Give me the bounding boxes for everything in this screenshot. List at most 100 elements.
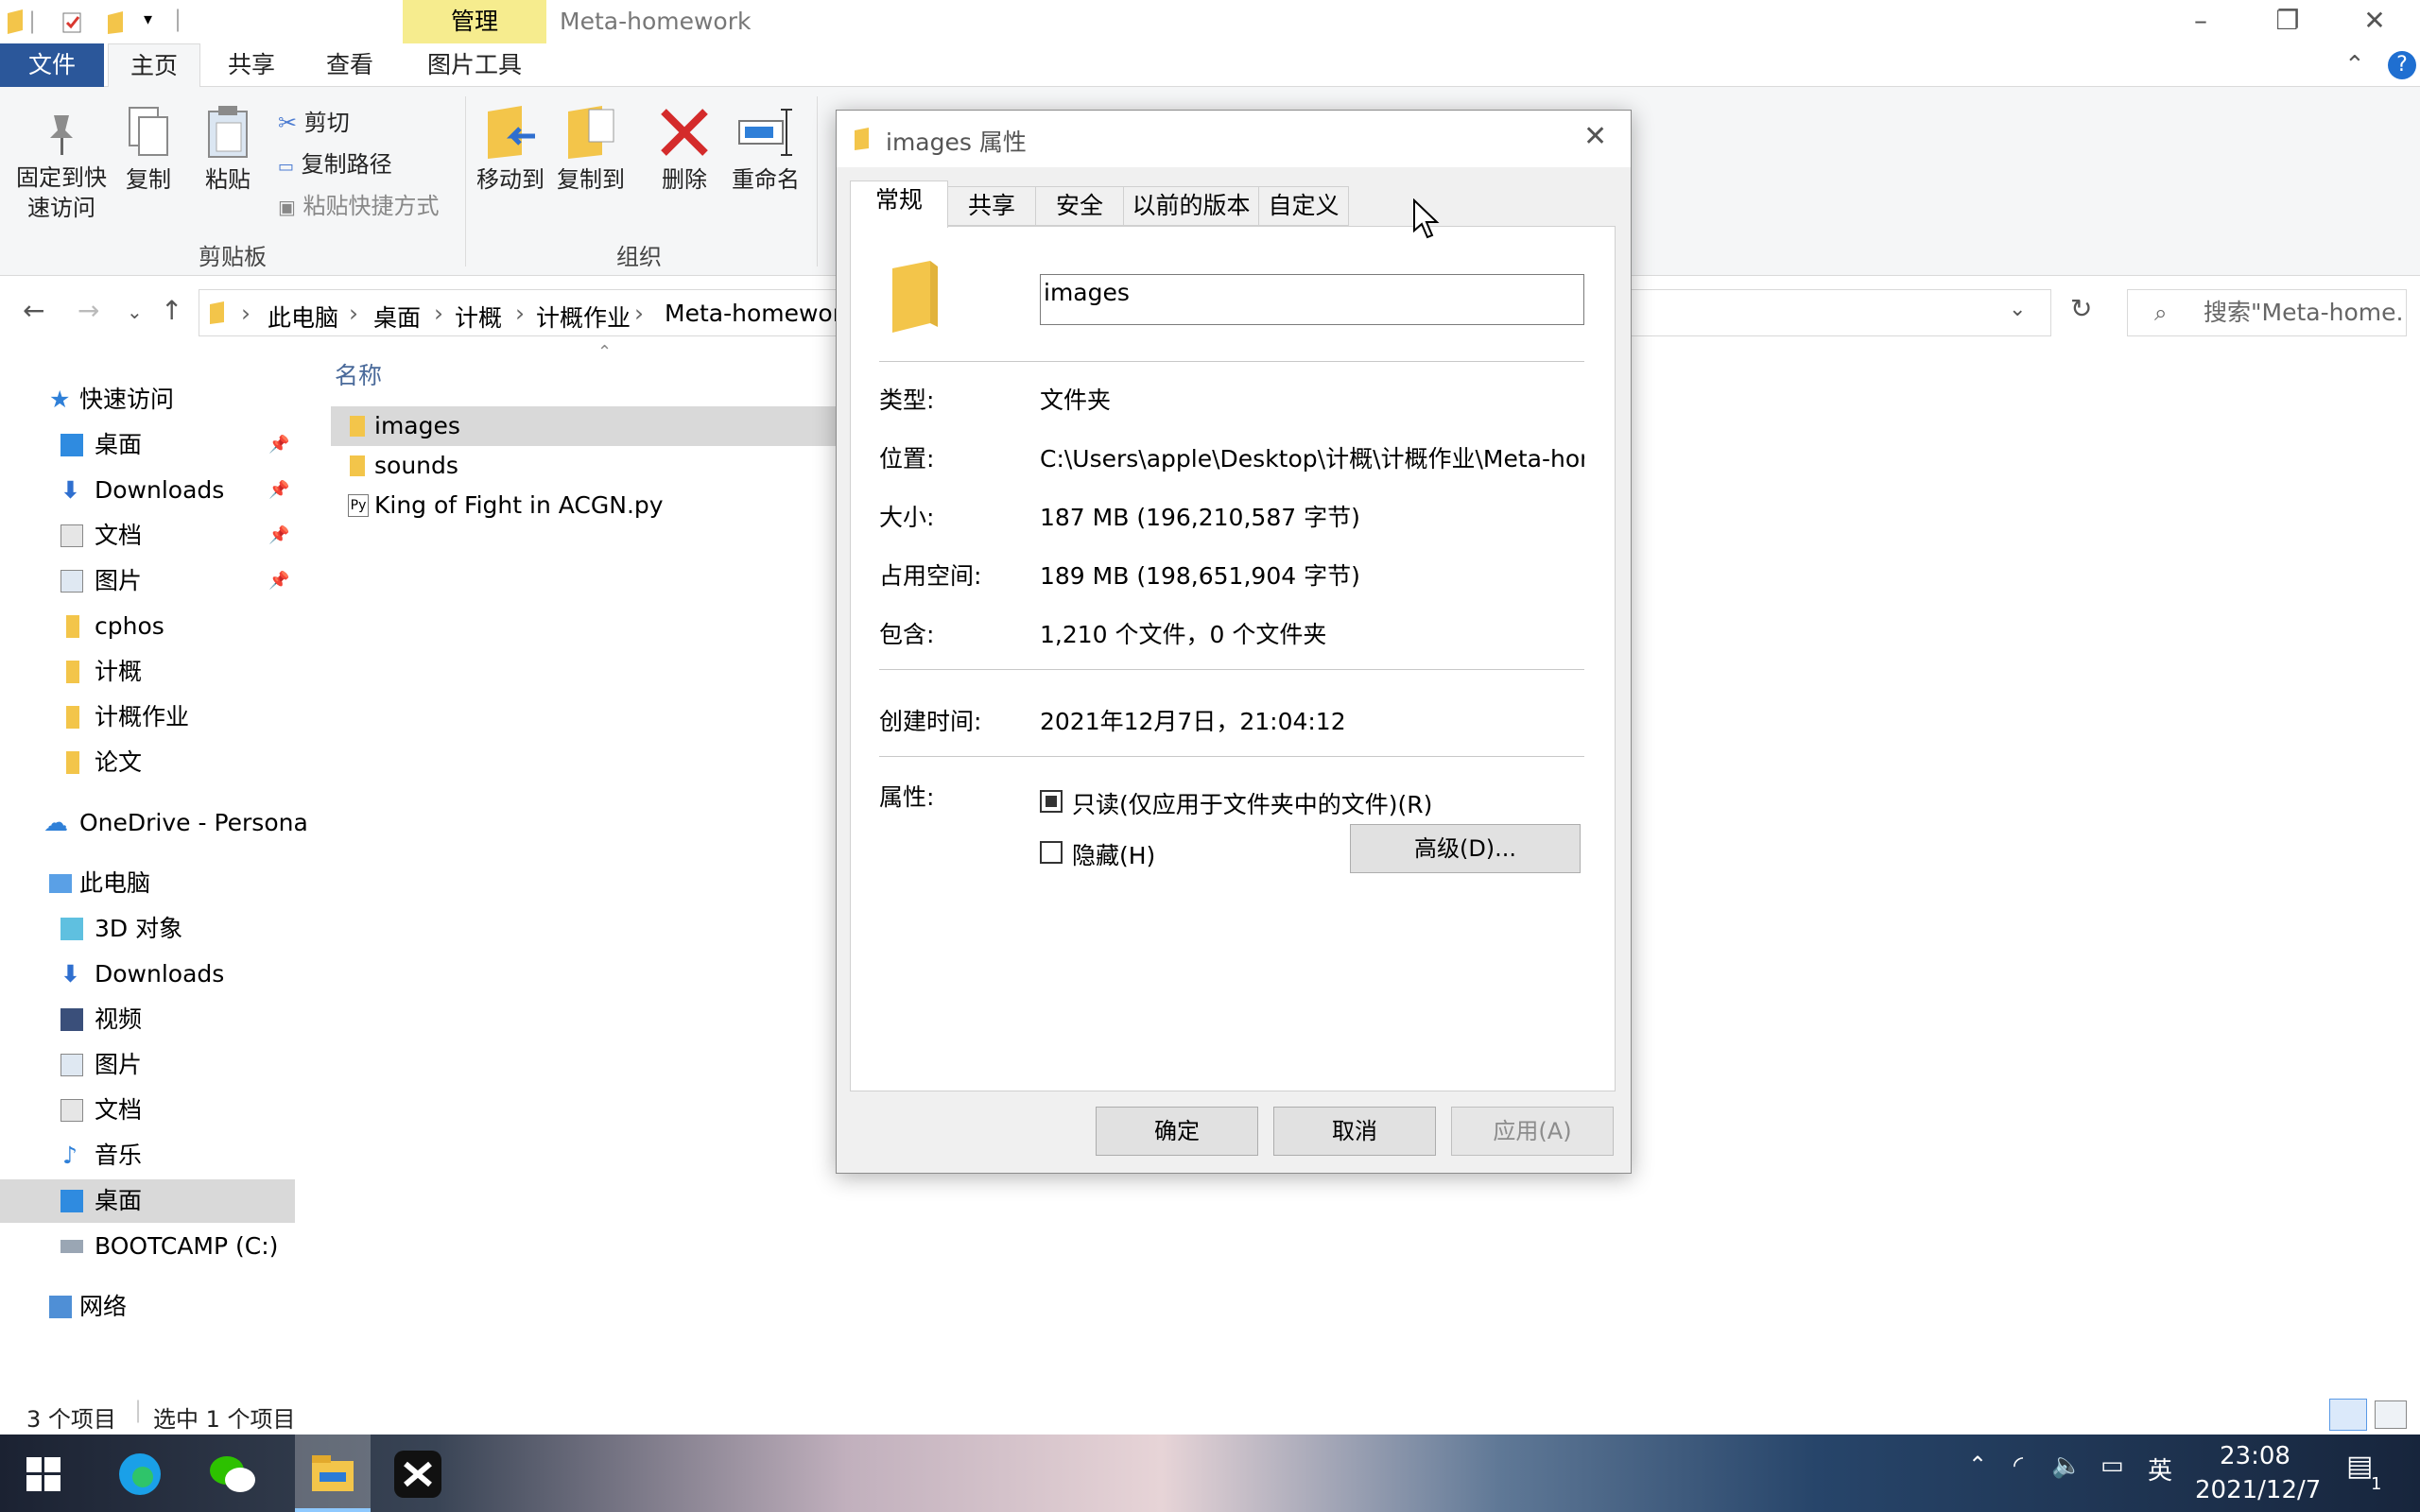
restore-icon[interactable]: ❐	[2244, 0, 2331, 43]
paste-shortcut-button[interactable]: ▣ 粘贴快捷方式	[278, 187, 440, 220]
pin-icon[interactable]: 📌	[268, 559, 289, 603]
folder-large-icon	[892, 261, 938, 333]
sidebar-item-papers[interactable]: 论文	[0, 741, 295, 784]
hidden-checkbox[interactable]	[1040, 841, 1063, 864]
tab-home[interactable]: 主页	[108, 43, 200, 88]
sidebar-item-downloads[interactable]: ⬇ Downloads	[0, 953, 295, 996]
apply-button[interactable]: 应用(A)	[1451, 1107, 1614, 1156]
clock-date[interactable]: 2021/12/7	[2195, 1476, 2321, 1504]
copy-button[interactable]: 复制	[119, 106, 178, 195]
breadcrumb-jigai-homework[interactable]: 计概作业	[536, 300, 631, 334]
breadcrumb-meta-homework[interactable]: Meta-homework	[665, 300, 856, 327]
delete-button[interactable]: 删除	[652, 106, 717, 195]
folder-name-input[interactable]: images	[1040, 274, 1584, 325]
properties-icon[interactable]	[62, 11, 83, 34]
sidebar-item-cphos[interactable]: cphos	[0, 605, 295, 648]
ok-button[interactable]: 确定	[1096, 1107, 1258, 1156]
sidebar-item-jigai[interactable]: 计概	[0, 650, 295, 694]
sidebar-item-desktop[interactable]: 桌面	[0, 1179, 295, 1223]
show-hidden-icons-icon[interactable]: ⌃	[1968, 1452, 1987, 1478]
back-arrow-icon[interactable]: ←	[23, 295, 44, 326]
sidebar-item-jigai-homework[interactable]: 计概作业	[0, 696, 295, 739]
battery-icon[interactable]: ▭	[2100, 1452, 2124, 1480]
tab-security[interactable]: 安全	[1035, 186, 1124, 226]
dialog-close-icon[interactable]: ✕	[1583, 120, 1607, 153]
pin-icon[interactable]: 📌	[268, 514, 289, 558]
large-icons-view-icon[interactable]	[2375, 1400, 2407, 1429]
tab-picture-tools[interactable]: 图片工具	[403, 43, 546, 87]
customize-quick-access-icon[interactable]: ▾	[144, 9, 152, 29]
location-value[interactable]: C:\Users\apple\Desktop\计概\计概作业\Meta-home…	[1040, 440, 1584, 474]
sidebar-item-network[interactable]: 网络	[0, 1285, 295, 1329]
sidebar-item-3d-objects[interactable]: 3D 对象	[0, 907, 295, 951]
cut-button[interactable]: ✂ 剪切	[278, 104, 350, 137]
breadcrumb-jigai[interactable]: 计概	[455, 300, 502, 334]
move-to-button[interactable]: 移动到	[475, 106, 546, 195]
sidebar-item-pictures[interactable]: 图片	[0, 1043, 295, 1087]
breadcrumb-this-pc[interactable]: 此电脑	[268, 300, 338, 334]
hidden-label[interactable]: 隐藏(H)	[1072, 837, 1155, 871]
divider	[879, 669, 1584, 670]
file-explorer-taskbar-icon[interactable]	[295, 1435, 371, 1512]
dialog-title-bar[interactable]: images 属性 ✕	[837, 111, 1631, 167]
tab-share[interactable]: 共享	[210, 43, 293, 87]
tab-customize[interactable]: 自定义	[1258, 186, 1349, 226]
capcut-icon[interactable]	[388, 1444, 448, 1504]
column-header-name[interactable]: 名称	[335, 357, 382, 391]
recent-locations-icon[interactable]: ⌄	[127, 301, 143, 323]
sidebar-item-pictures-pinned[interactable]: 图片 📌	[0, 559, 295, 603]
sidebar-item-videos[interactable]: 视频	[0, 998, 295, 1041]
tab-previous-versions[interactable]: 以前的版本	[1123, 186, 1259, 226]
pin-quick-access-button[interactable]: 固定到快 速访问	[9, 112, 113, 223]
sidebar-item-quick-access[interactable]: ★ 快速访问	[0, 378, 295, 421]
tab-file[interactable]: 文件	[0, 43, 104, 87]
details-view-icon[interactable]	[2329, 1399, 2367, 1431]
rename-button[interactable]: 重命名	[726, 106, 805, 195]
search-input[interactable]: ⌕ 搜索"Meta-home...	[2127, 289, 2407, 336]
tab-view[interactable]: 查看	[308, 43, 391, 87]
refresh-icon[interactable]: ↻	[2070, 293, 2092, 324]
manage-context-tab[interactable]: 管理	[403, 0, 546, 43]
sidebar-item-documents-pinned[interactable]: 文档 📌	[0, 514, 295, 558]
pin-icon[interactable]: 📌	[268, 469, 289, 512]
minimize-icon[interactable]: –	[2157, 0, 2244, 43]
sidebar-item-desktop-pinned[interactable]: 桌面 📌	[0, 423, 295, 467]
clock-time[interactable]: 23:08	[2220, 1442, 2290, 1470]
sidebar-item-documents[interactable]: 文档	[0, 1089, 295, 1132]
notification-center-icon[interactable]: ▤	[2346, 1450, 2373, 1483]
sidebar-item-onedrive[interactable]: ☁ OneDrive - Persona	[0, 801, 308, 845]
readonly-checkbox[interactable]	[1040, 790, 1063, 813]
up-arrow-icon[interactable]: ↑	[161, 295, 182, 326]
new-folder-icon[interactable]	[106, 11, 125, 34]
sidebar-item-downloads-pinned[interactable]: ⬇ Downloads 📌	[0, 469, 295, 512]
input-method-indicator[interactable]: 英	[2148, 1452, 2172, 1486]
copy-path-button[interactable]: ▭ 复制路径	[278, 146, 392, 179]
close-icon[interactable]: ✕	[2331, 0, 2418, 43]
breadcrumb-desktop[interactable]: 桌面	[373, 300, 421, 334]
help-icon[interactable]: ?	[2388, 51, 2416, 79]
wechat-icon[interactable]	[202, 1444, 263, 1504]
sidebar-item-music[interactable]: ♪ 音乐	[0, 1134, 295, 1177]
start-icon[interactable]	[13, 1444, 74, 1504]
cancel-button[interactable]: 取消	[1273, 1107, 1436, 1156]
readonly-label[interactable]: 只读(仅应用于文件夹中的文件)(R)	[1072, 786, 1432, 820]
tab-sharing[interactable]: 共享	[947, 186, 1036, 226]
pin-icon[interactable]: 📌	[268, 423, 289, 467]
wifi-icon[interactable]: ◜	[2014, 1452, 2023, 1480]
advanced-button[interactable]: 高级(D)...	[1350, 824, 1581, 873]
onedrive-icon: ☁	[43, 809, 68, 837]
forward-arrow-icon[interactable]: →	[78, 295, 99, 326]
copy-to-button[interactable]: 复制到	[552, 106, 630, 195]
attributes-label: 属性:	[879, 783, 935, 811]
copy-path-icon: ▭	[278, 157, 295, 177]
tab-general[interactable]: 常规	[850, 180, 948, 228]
sidebar-item-label: 3D 对象	[95, 915, 183, 942]
sidebar-item-bootcamp[interactable]: BOOTCAMP (C:)	[0, 1225, 295, 1268]
paste-button[interactable]: 粘贴	[199, 106, 257, 195]
collapse-ribbon-icon[interactable]: ⌃	[2344, 51, 2365, 79]
edge-icon[interactable]	[110, 1444, 170, 1504]
sidebar-item-this-pc[interactable]: 此电脑	[0, 862, 295, 905]
sidebar-item-label: 论文	[95, 748, 143, 776]
address-dropdown-icon[interactable]: ⌄	[2009, 298, 2026, 321]
volume-icon[interactable]: 🔈	[2051, 1452, 2082, 1480]
